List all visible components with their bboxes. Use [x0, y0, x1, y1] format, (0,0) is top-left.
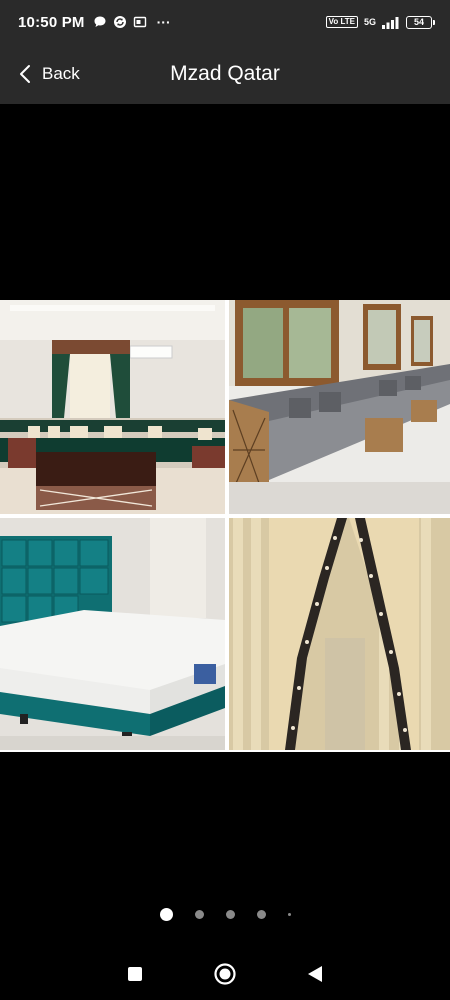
majlis-sofa-grey-image: [229, 300, 450, 514]
status-notification-icons: ···: [93, 14, 171, 30]
battery-level: 54: [413, 17, 424, 27]
network-type: 5G: [363, 17, 376, 27]
nav-back-button[interactable]: [301, 960, 329, 988]
status-time: 10:50 PM: [18, 13, 85, 31]
image-gallery[interactable]: [0, 104, 450, 894]
home-icon: [214, 963, 236, 985]
recents-icon: [128, 967, 142, 981]
screen-icon: [133, 16, 146, 28]
sync-icon: [113, 16, 126, 28]
chevron-left-icon: [20, 65, 30, 83]
majlis-sofa-green-image: [0, 300, 225, 514]
back-label: Back: [42, 64, 80, 83]
home-button[interactable]: [211, 960, 239, 988]
pager-dot-4[interactable]: [256, 910, 266, 919]
recents-button[interactable]: [121, 960, 149, 988]
gallery-pager: [0, 908, 450, 921]
bed-mattress-teal-image: [0, 518, 225, 750]
pager-dot-3[interactable]: [225, 910, 235, 919]
app-header: Back Mzad Qatar: [0, 44, 450, 104]
pager-dot-1[interactable]: [159, 908, 173, 921]
volte-icon: Vo LTE: [325, 16, 358, 28]
battery-icon: 54: [406, 15, 435, 29]
back-button[interactable]: Back: [0, 64, 80, 84]
back-icon: [308, 966, 322, 982]
signal-icon: [382, 16, 399, 29]
system-nav-bar: [0, 948, 450, 1000]
status-bar: 10:50 PM ··· Vo LTE 5G 54: [0, 0, 450, 44]
more-notifications-icon: ···: [156, 14, 171, 30]
chat-bubble-icon: [94, 16, 106, 27]
status-system-icons: Vo LTE 5G 54: [325, 15, 435, 29]
pager-dot-5[interactable]: [287, 913, 291, 916]
pager-dot-2[interactable]: [194, 910, 204, 919]
curtains-cream-image: [229, 518, 450, 750]
listing-image[interactable]: [0, 300, 450, 752]
